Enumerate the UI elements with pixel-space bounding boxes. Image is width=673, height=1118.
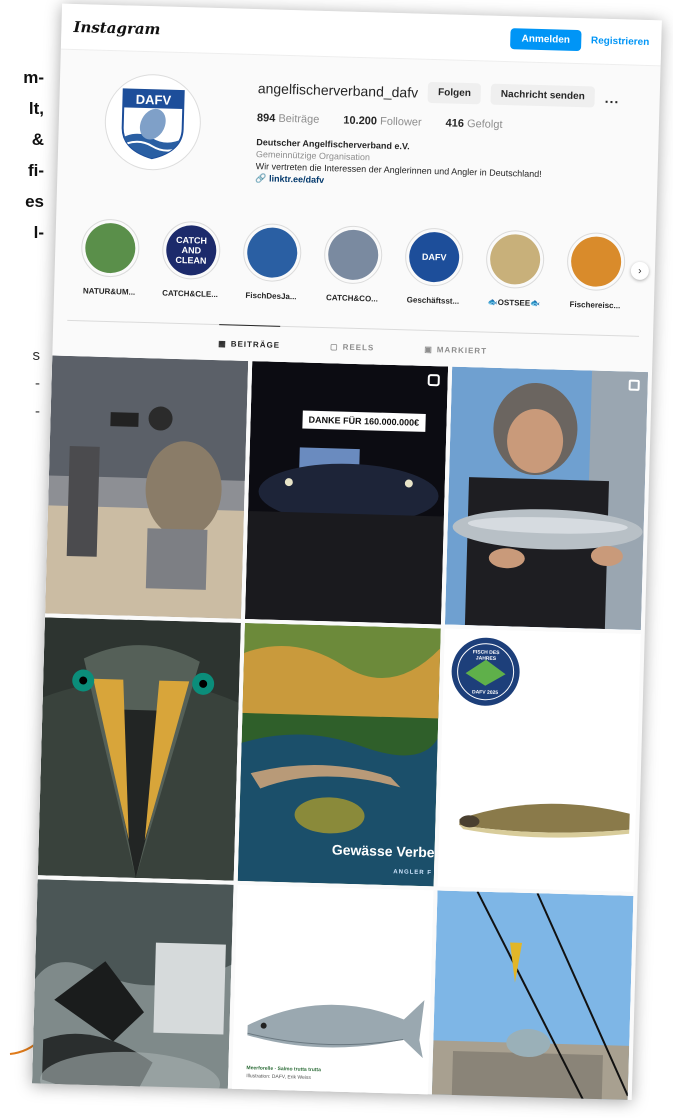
post-concert[interactable]: DANKE FÜR 160.000.000€ <box>245 361 449 625</box>
fish-of-year-badge-top: FISCH DES JAHRES <box>472 649 500 662</box>
highlight-ring <box>323 225 384 285</box>
tab-posts[interactable]: ▦ BEITRÄGE <box>217 324 281 362</box>
grid-icon: ▦ <box>218 339 227 349</box>
catch-clean-icon: CATCH AND CLEAN <box>165 224 217 277</box>
more-options-icon[interactable]: ... <box>605 89 620 105</box>
highlight-image-text: DAFV <box>421 251 447 263</box>
register-link[interactable]: Registrieren <box>591 35 650 48</box>
highlight-item[interactable]: FischDesJa... <box>239 222 304 327</box>
nature-icon <box>84 222 136 274</box>
highlight-ring <box>80 218 141 278</box>
instagram-screenshot: Instagram Anmelden Registrieren DAFV ang… <box>31 3 662 1100</box>
highlight-label: Geschäftsst... <box>406 295 460 306</box>
highlight-ring <box>485 229 545 290</box>
posts-stat: 894 Beiträge <box>256 112 320 126</box>
article-line: lt, <box>28 99 44 118</box>
person-photo-icon <box>327 229 379 281</box>
highlight-ring <box>566 231 626 292</box>
highlight-item[interactable]: CATCH&CO... <box>320 225 385 329</box>
avatar[interactable]: DAFV <box>103 72 203 172</box>
story-highlights: NATUR&UM... CATCH AND CLEAN CATCH&CLE... Fi… <box>53 200 656 337</box>
article-line: m- <box>23 68 44 87</box>
post-salmon[interactable]: Meerforelle · Salmo trutta trutta Illust… <box>230 884 434 1100</box>
following-stat[interactable]: 416 Gefolgt <box>445 117 502 131</box>
highlight-item[interactable]: DAFV Geschäftsst... <box>401 227 466 331</box>
username: angelfischerverband_dafv <box>257 79 419 101</box>
highlight-item[interactable]: CATCH AND CLEAN CATCH&CLE... <box>158 220 223 324</box>
reichstag-photo <box>430 890 634 1100</box>
post-fish-of-year[interactable]: FISCH DES JAHRES DAFV 2025 <box>437 628 641 892</box>
highlight-label: FischDesJa... <box>245 290 297 302</box>
article-line: fi- <box>27 161 44 180</box>
highlight-label: NATUR&UM... <box>82 286 136 297</box>
fish-of-year-icon <box>246 226 298 279</box>
post-cormorants-water[interactable] <box>31 879 234 1100</box>
fish-of-year-graphic <box>437 628 641 892</box>
dafv-logo-icon: DAFV <box>121 88 185 160</box>
article-line: s <box>32 347 41 364</box>
photographer-photo <box>45 355 249 619</box>
instagram-logo[interactable]: Instagram <box>73 17 160 37</box>
cormorant-closeup-photo <box>37 617 241 881</box>
concert-photo <box>245 361 449 625</box>
tab-reels[interactable]: ▢ REELS <box>330 328 375 364</box>
fish-of-year-badge-bottom: DAFV 2025 <box>471 689 499 697</box>
carousel-icon <box>628 379 640 391</box>
article-body-text: s - - <box>0 342 41 426</box>
profile-actions: angelfischerverband_dafv Folgen Nachrich… <box>258 77 620 108</box>
post-cormorant-closeup[interactable] <box>37 617 241 881</box>
highlight-ring <box>242 222 303 283</box>
profile-stats: 894 Beiträge 10.200 Follower 416 Gefolgt <box>257 112 619 134</box>
cormorants-water-photo <box>31 879 234 1100</box>
reel-icon <box>427 373 440 387</box>
concert-caption: DANKE FÜR 160.000.000€ <box>302 410 426 432</box>
highlight-label: 🐟OSTSEE🐟 <box>487 297 541 309</box>
sunset-photo-icon <box>570 235 622 288</box>
article-line: - <box>35 403 40 420</box>
ostsee-photo-icon <box>489 233 541 286</box>
highlight-item[interactable]: NATUR&UM... <box>77 218 142 322</box>
article-bold-text: m- lt, & fi- es l- <box>0 62 44 248</box>
followers-stat[interactable]: 10.200 Follower <box>343 115 422 129</box>
post-photographer[interactable] <box>45 355 249 619</box>
message-button[interactable]: Nachricht senden <box>490 83 596 108</box>
highlight-item[interactable]: 🐟OSTSEE🐟 <box>482 229 547 334</box>
highlight-label: CATCH&CO... <box>325 293 379 304</box>
follow-button[interactable]: Folgen <box>427 81 482 105</box>
highlight-image-text: CATCH AND CLEAN <box>175 234 208 266</box>
login-button[interactable]: Anmelden <box>510 28 582 52</box>
highlight-ring: DAFV <box>404 227 464 287</box>
article-line: es <box>25 192 44 211</box>
tagged-icon: ▣ <box>424 344 433 355</box>
avatar-text: DAFV <box>136 92 172 108</box>
article-line: & <box>31 130 44 149</box>
post-river-aerial[interactable]: Gewässe Verbe ANGLER F <box>237 622 441 887</box>
tab-tagged[interactable]: ▣ MARKIERT <box>424 331 488 368</box>
profile-info: angelfischerverband_dafv Folgen Nachrich… <box>255 77 620 215</box>
profile-bio: Deutscher Angelfischerverband e.V. Gemei… <box>255 136 618 194</box>
post-angler-trout[interactable] <box>444 366 649 631</box>
post-reichstag-rods[interactable] <box>430 890 634 1100</box>
profile-header: DAFV angelfischerverband_dafv Folgen Nac… <box>57 50 661 217</box>
river-caption: Gewässe Verbe <box>331 841 435 861</box>
article-line: l- <box>33 223 44 242</box>
reels-icon: ▢ <box>329 342 339 352</box>
auth-buttons: Anmelden Registrieren <box>510 28 649 53</box>
highlight-label: CATCH&CLE... <box>162 288 219 300</box>
posts-grid: DANKE FÜR 160.000.000€ Gewässe Verbe ANG… <box>31 355 652 1100</box>
highlight-ring: CATCH AND CLEAN <box>161 220 222 281</box>
dafv-logo-icon: DAFV <box>408 231 460 283</box>
river-subcaption: ANGLER F <box>393 869 433 877</box>
highlight-label: Fischereisc... <box>569 299 621 311</box>
highlight-item[interactable]: Fischereisc... <box>563 231 628 336</box>
angler-trout-photo <box>444 366 649 631</box>
article-line: - <box>35 375 40 392</box>
